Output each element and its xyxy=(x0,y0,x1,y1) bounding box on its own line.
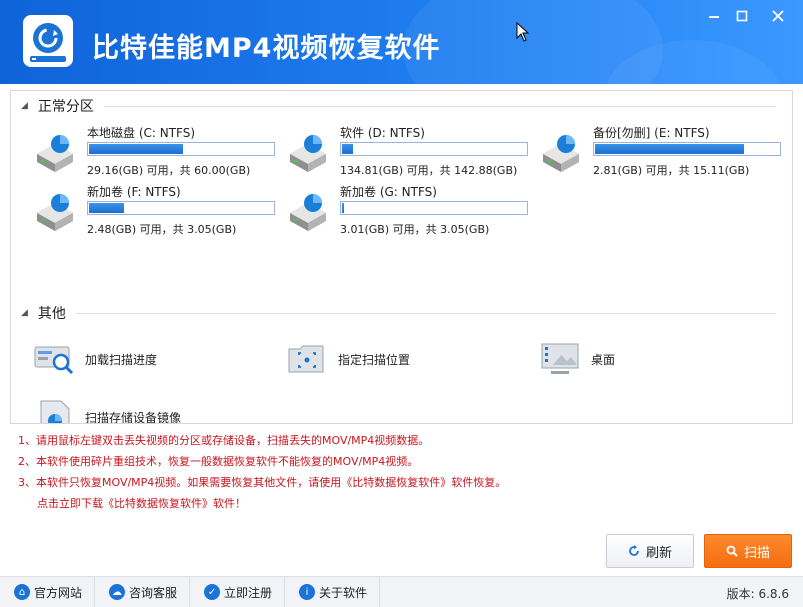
collapse-triangle-icon[interactable]: ◢ xyxy=(21,308,28,318)
drive-name: 本地磁盘 (C: NTFS) xyxy=(87,126,196,140)
search-icon xyxy=(726,545,738,557)
minimize-icon xyxy=(709,16,719,18)
drive-usage-bar xyxy=(87,142,275,156)
home-icon: ⌂ xyxy=(14,584,30,600)
drive-name: 新加卷 (F: NTFS) xyxy=(87,185,181,199)
drive-usage-fill xyxy=(89,144,183,154)
customer-service-label: 咨询客服 xyxy=(129,585,178,600)
scan-button[interactable]: 扫描 xyxy=(704,534,792,568)
specify-scan-location-label: 指定扫描位置 xyxy=(338,352,411,367)
specify-scan-location-item[interactable]: 指定扫描位置 xyxy=(286,339,410,379)
drive-g[interactable]: 新加卷 (G: NTFS) 3.01(GB) 可用，共 3.05(GB) xyxy=(286,183,536,239)
register-label: 立即注册 xyxy=(224,585,273,600)
scan-label: 扫描 xyxy=(743,545,770,561)
desktop-label: 桌面 xyxy=(591,352,616,367)
official-website-label: 官方网站 xyxy=(34,585,83,600)
download-link[interactable]: 点击立即下载《比特数据恢复软件》软件！ xyxy=(18,493,788,514)
drive-capacity: 29.16(GB) 可用，共 60.00(GB) xyxy=(87,164,251,177)
title-bar: 比特佳能MP4视频恢复软件 xyxy=(0,0,803,84)
register-link[interactable]: ✓ 立即注册 xyxy=(190,577,286,607)
drive-f[interactable]: 新加卷 (F: NTFS) 2.48(GB) 可用，共 3.05(GB) xyxy=(33,183,283,239)
instruction-line: 1、请用鼠标左键双击丢失视频的分区或存储设备，扫描丢失的MOV/MP4视频数据。 xyxy=(18,434,430,447)
app-title: 比特佳能MP4视频恢复软件 xyxy=(92,33,441,64)
desktop-icon xyxy=(541,343,579,374)
others-heading: 其他 xyxy=(37,306,66,322)
partitions-section-header[interactable]: ◢ 正常分区 xyxy=(11,94,792,118)
close-icon xyxy=(772,10,784,22)
drive-capacity: 2.48(GB) 可用，共 3.05(GB) xyxy=(87,223,237,236)
instruction-line: 3、本软件只恢复MOV/MP4视频。如果需要恢复其他文件，请使用《比特数据恢复软… xyxy=(18,476,507,489)
scan-disk-image-label: 扫描存储设备镜像 xyxy=(85,410,182,424)
drive-usage-bar xyxy=(593,142,781,156)
register-icon: ✓ xyxy=(204,584,221,600)
drive-capacity: 134.81(GB) 可用，共 142.88(GB) xyxy=(340,164,518,177)
desktop-item[interactable]: 桌面 xyxy=(539,339,615,379)
drive-usage-fill xyxy=(342,203,344,213)
drive-name: 软件 (D: NTFS) xyxy=(340,126,425,140)
refresh-label: 刷新 xyxy=(645,545,672,561)
drive-usage-bar xyxy=(340,142,528,156)
drive-capacity: 3.01(GB) 可用，共 3.05(GB) xyxy=(340,223,490,236)
drive-c[interactable]: 本地磁盘 (C: NTFS) 29.16(GB) 可用，共 60.00(GB) xyxy=(33,124,283,180)
maximize-icon xyxy=(736,10,748,22)
close-button[interactable] xyxy=(766,6,790,26)
partitions-heading: 正常分区 xyxy=(37,99,94,115)
hard-drive-icon xyxy=(543,135,579,172)
load-scan-progress-label: 加载扫描进度 xyxy=(85,352,158,367)
hard-drive-icon xyxy=(37,194,73,231)
about-label: 关于软件 xyxy=(319,585,368,600)
instructions: 1、请用鼠标左键双击丢失视频的分区或存储设备，扫描丢失的MOV/MP4视频数据。… xyxy=(18,430,788,514)
disk-image-icon xyxy=(40,400,70,423)
others-section-header[interactable]: ◢ 其他 xyxy=(11,301,792,325)
drive-usage-fill xyxy=(595,144,745,154)
drive-usage-bar xyxy=(87,201,275,215)
hard-drive-icon xyxy=(37,135,73,172)
minimize-button[interactable] xyxy=(702,6,726,26)
drive-usage-fill xyxy=(342,144,354,154)
official-website-link[interactable]: ⌂ 官方网站 xyxy=(0,577,96,607)
customer-service-link[interactable]: ☁ 咨询客服 xyxy=(95,577,191,607)
info-icon: i xyxy=(299,584,316,600)
hard-drive-icon xyxy=(290,194,326,231)
drive-name: 备份[勿删] (E: NTFS) xyxy=(593,126,710,140)
drive-name: 新加卷 (G: NTFS) xyxy=(340,185,437,199)
refresh-icon xyxy=(629,545,639,556)
collapse-triangle-icon[interactable]: ◢ xyxy=(21,101,28,111)
scan-disk-image-item[interactable]: 扫描存储设备镜像 xyxy=(33,397,182,424)
maximize-button[interactable] xyxy=(730,6,754,26)
drive-capacity: 2.81(GB) 可用，共 15.11(GB) xyxy=(593,164,750,177)
hard-drive-icon xyxy=(290,135,326,172)
drive-e[interactable]: 备份[勿删] (E: NTFS) 2.81(GB) 可用，共 15.11(GB) xyxy=(539,124,789,180)
drive-usage-bar xyxy=(340,201,528,215)
version-text: 版本: 6.8.6 xyxy=(726,587,789,601)
app-logo-icon xyxy=(23,15,73,67)
chat-icon: ☁ xyxy=(109,584,126,600)
load-scan-progress-item[interactable]: 加载扫描进度 xyxy=(33,339,157,379)
drive-d[interactable]: 软件 (D: NTFS) 134.81(GB) 可用，共 142.88(GB) xyxy=(286,124,536,180)
device-panel: ◢ 正常分区 本地磁盘 (C: NTFS) 29.16(GB) 可用，共 60.… xyxy=(10,90,793,424)
refresh-button[interactable]: 刷新 xyxy=(606,534,694,568)
footer-bar: ⌂ 官方网站 ☁ 咨询客服 ✓ 立即注册 i 关于软件 版本: 6.8.6 xyxy=(0,576,803,607)
divider xyxy=(75,312,776,314)
mouse-cursor-icon xyxy=(516,22,530,42)
drive-usage-fill xyxy=(89,203,124,213)
instruction-line: 2、本软件使用碎片重组技术，恢复一般数据恢复软件不能恢复的MOV/MP4视频。 xyxy=(18,455,419,468)
divider xyxy=(103,105,776,107)
load-progress-icon xyxy=(34,346,74,375)
about-link[interactable]: i 关于软件 xyxy=(285,577,381,607)
scan-location-icon xyxy=(288,345,324,373)
